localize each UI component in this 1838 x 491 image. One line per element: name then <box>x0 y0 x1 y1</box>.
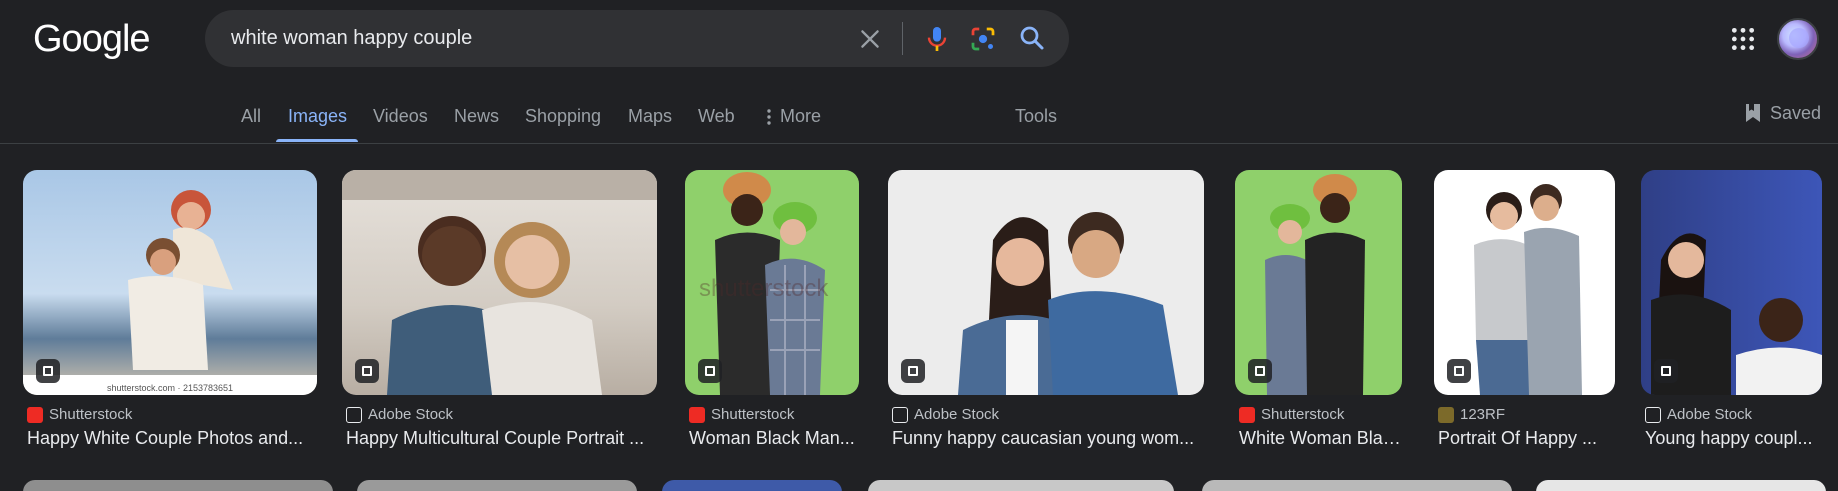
result-title[interactable]: Portrait Of Happy ... <box>1438 428 1615 449</box>
result-thumbnail[interactable] <box>1641 170 1822 395</box>
tab-more[interactable]: More <box>766 106 821 127</box>
search-divider <box>902 22 903 55</box>
result-source[interactable]: Adobe Stock <box>1645 406 1822 423</box>
image-result-partial[interactable] <box>868 480 1174 491</box>
source-name: Adobe Stock <box>914 406 1000 423</box>
close-icon[interactable] <box>857 26 883 52</box>
active-tab-indicator <box>276 139 358 142</box>
tab-shopping[interactable]: Shopping <box>525 106 601 127</box>
watermark-caption: shutterstock.com · 2153783651 <box>106 383 234 393</box>
adobe-stock-icon <box>346 406 362 423</box>
result-source[interactable]: Shutterstock <box>1239 406 1402 423</box>
result-title[interactable]: Woman Black Man... <box>689 428 859 449</box>
result-thumbnail[interactable] <box>888 170 1204 395</box>
apps-grid-icon[interactable] <box>1730 26 1756 52</box>
tab-videos[interactable]: Videos <box>373 106 428 127</box>
result-title[interactable]: White Woman Blac... <box>1239 428 1402 449</box>
image-result-partial[interactable] <box>1536 480 1826 491</box>
image-result-partial[interactable] <box>357 480 637 491</box>
tab-all[interactable]: All <box>241 106 261 127</box>
header-divider <box>0 143 1838 144</box>
source-name: Shutterstock <box>49 406 133 423</box>
saved-label: Saved <box>1770 102 1822 123</box>
source-name: Adobe Stock <box>1667 406 1753 423</box>
source-name: Shutterstock <box>1261 406 1345 423</box>
adobe-stock-icon <box>1645 406 1661 423</box>
tab-maps[interactable]: Maps <box>628 106 672 127</box>
image-icon <box>1447 359 1471 383</box>
couple-photo-illustration <box>342 170 657 395</box>
image-icon <box>698 359 722 383</box>
shutterstock-icon <box>27 406 43 423</box>
source-name: Shutterstock <box>711 406 795 423</box>
result-source[interactable]: 123RF <box>1438 406 1615 423</box>
image-result[interactable]: Adobe Stock Young happy coupl... <box>1641 170 1822 449</box>
result-title[interactable]: Happy Multicultural Couple Portrait ... <box>346 428 657 449</box>
adobe-stock-icon <box>892 406 908 423</box>
image-result[interactable]: shutterstock Shutterstock Woman Black Ma… <box>685 170 859 449</box>
avatar[interactable] <box>1777 18 1819 60</box>
image-icon <box>36 359 60 383</box>
watermark: shutterstock <box>699 275 829 302</box>
source-name: Adobe Stock <box>368 406 454 423</box>
image-icon <box>1654 359 1678 383</box>
search-bar[interactable] <box>205 10 1069 67</box>
shutterstock-icon <box>689 406 705 423</box>
result-source[interactable]: Adobe Stock <box>346 406 657 423</box>
couple-photo-illustration <box>23 190 317 395</box>
lens-icon[interactable] <box>968 24 998 54</box>
result-source[interactable]: Shutterstock <box>27 406 317 423</box>
microphone-icon[interactable] <box>921 23 953 55</box>
result-thumbnail[interactable] <box>1434 170 1615 395</box>
result-source[interactable]: Shutterstock <box>689 406 859 423</box>
google-logo[interactable]: Google <box>33 18 151 61</box>
result-title[interactable]: Funny happy caucasian young wom... <box>892 428 1204 449</box>
image-result-partial[interactable] <box>23 480 333 491</box>
tools-button[interactable]: Tools <box>1015 106 1057 127</box>
image-result[interactable]: 123RF Portrait Of Happy ... <box>1434 170 1615 449</box>
result-thumbnail[interactable] <box>1235 170 1402 395</box>
saved-button[interactable]: Saved <box>1744 102 1821 124</box>
result-source[interactable]: Adobe Stock <box>892 406 1204 423</box>
shutterstock-icon <box>1239 406 1255 423</box>
image-result[interactable]: Shutterstock White Woman Blac... <box>1235 170 1402 449</box>
couple-photo-illustration <box>958 212 1178 395</box>
result-thumbnail[interactable] <box>342 170 657 395</box>
result-thumbnail[interactable]: shutterstock.com · 2153783651 <box>23 170 317 395</box>
123rf-icon <box>1438 406 1454 423</box>
image-result[interactable]: shutterstock.com · 2153783651 Shuttersto… <box>23 170 317 449</box>
tab-more-label: More <box>780 106 822 126</box>
image-icon <box>1248 359 1272 383</box>
search-icon[interactable] <box>1017 23 1047 53</box>
image-icon <box>355 359 379 383</box>
source-name: 123RF <box>1460 406 1506 423</box>
tab-web[interactable]: Web <box>698 106 735 127</box>
more-vert-icon <box>767 108 771 125</box>
image-result-partial[interactable] <box>1202 480 1512 491</box>
search-input[interactable] <box>231 10 831 67</box>
result-thumbnail[interactable]: shutterstock <box>685 170 859 395</box>
image-result[interactable]: Adobe Stock Happy Multicultural Couple P… <box>342 170 657 449</box>
tab-news[interactable]: News <box>454 106 499 127</box>
bookmark-icon <box>1746 104 1760 122</box>
result-title[interactable]: Happy White Couple Photos and... <box>27 428 317 449</box>
image-icon <box>901 359 925 383</box>
result-title[interactable]: Young happy coupl... <box>1645 428 1822 449</box>
image-result[interactable]: Adobe Stock Funny happy caucasian young … <box>888 170 1204 449</box>
tab-images[interactable]: Images <box>288 106 347 127</box>
image-result-partial[interactable] <box>662 480 842 491</box>
